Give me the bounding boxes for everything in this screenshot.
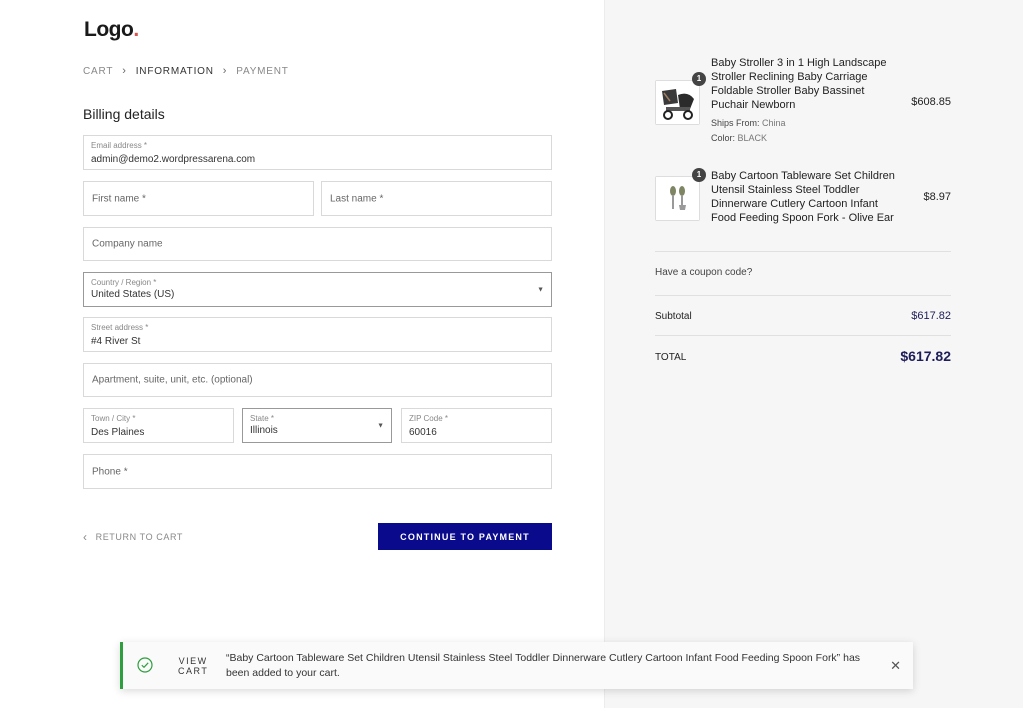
chevron-right-icon: › — [122, 65, 127, 77]
city-field[interactable]: Town / City * Des Plaines — [83, 408, 234, 443]
item-price: $608.85 — [911, 96, 951, 108]
breadcrumb-cart[interactable]: CART — [83, 66, 113, 77]
notice-message: “Baby Cartoon Tableware Set Children Ute… — [226, 652, 861, 679]
company-field[interactable]: Company name — [83, 227, 552, 261]
site-logo[interactable]: Logo. — [84, 18, 139, 42]
checkout-form-panel: Logo. CART › INFORMATION › PAYMENT Billi… — [0, 0, 604, 708]
item-price: $8.97 — [923, 191, 951, 203]
chevron-right-icon: › — [222, 65, 228, 77]
view-cart-link[interactable]: VIEW CART — [178, 656, 208, 676]
state-select[interactable]: State * Illinois ▼ — [242, 408, 392, 443]
divider — [655, 295, 951, 296]
quantity-badge: 1 — [692, 72, 706, 86]
apartment-field[interactable]: Apartment, suite, unit, etc. (optional) — [83, 363, 552, 397]
street-address-field[interactable]: Street address * #4 River St — [83, 317, 552, 352]
phone-field[interactable]: Phone * — [83, 454, 552, 489]
stroller-image — [655, 80, 700, 125]
divider — [655, 335, 951, 336]
caret-down-icon: ▼ — [377, 422, 384, 429]
return-to-cart-link[interactable]: ‹ RETURN TO CART — [83, 530, 183, 544]
chevron-left-icon: ‹ — [83, 530, 88, 544]
billing-title: Billing details — [83, 106, 165, 122]
total-value: $617.82 — [900, 348, 951, 364]
close-icon[interactable]: ✕ — [890, 658, 901, 674]
country-select[interactable]: Country / Region * United States (US) ▼ — [83, 272, 552, 307]
subtotal-value: $617.82 — [911, 310, 951, 322]
breadcrumb-payment: PAYMENT — [236, 65, 289, 77]
subtotal-label: Subtotal — [655, 311, 692, 322]
coupon-link[interactable]: Have a coupon code? — [655, 267, 752, 278]
divider — [655, 251, 951, 252]
zip-code-field[interactable]: ZIP Code * 60016 — [401, 408, 552, 443]
added-to-cart-notice: VIEW CART “Baby Cartoon Tableware Set Ch… — [120, 642, 913, 689]
breadcrumb-information: INFORMATION — [135, 65, 214, 77]
total-label: TOTAL — [655, 352, 687, 363]
email-field[interactable]: Email address * admin@demo2.wordpressare… — [83, 135, 552, 170]
item-name: Baby Cartoon Tableware Set Children Uten… — [711, 170, 895, 224]
item-name: Baby Stroller 3 in 1 High Landscape Stro… — [711, 57, 887, 111]
quantity-badge: 1 — [692, 168, 706, 182]
continue-to-payment-button[interactable]: CONTINUE TO PAYMENT — [378, 523, 552, 550]
caret-down-icon: ▼ — [537, 286, 544, 293]
breadcrumb: CART › INFORMATION › PAYMENT — [83, 65, 289, 77]
item-color: Color: BLACK — [711, 133, 768, 143]
first-name-field[interactable]: First name * — [83, 181, 314, 216]
utensils-image — [655, 176, 700, 221]
last-name-field[interactable]: Last name * — [321, 181, 552, 216]
check-circle-icon — [137, 657, 153, 673]
item-ships-from: Ships From: China — [711, 118, 786, 128]
